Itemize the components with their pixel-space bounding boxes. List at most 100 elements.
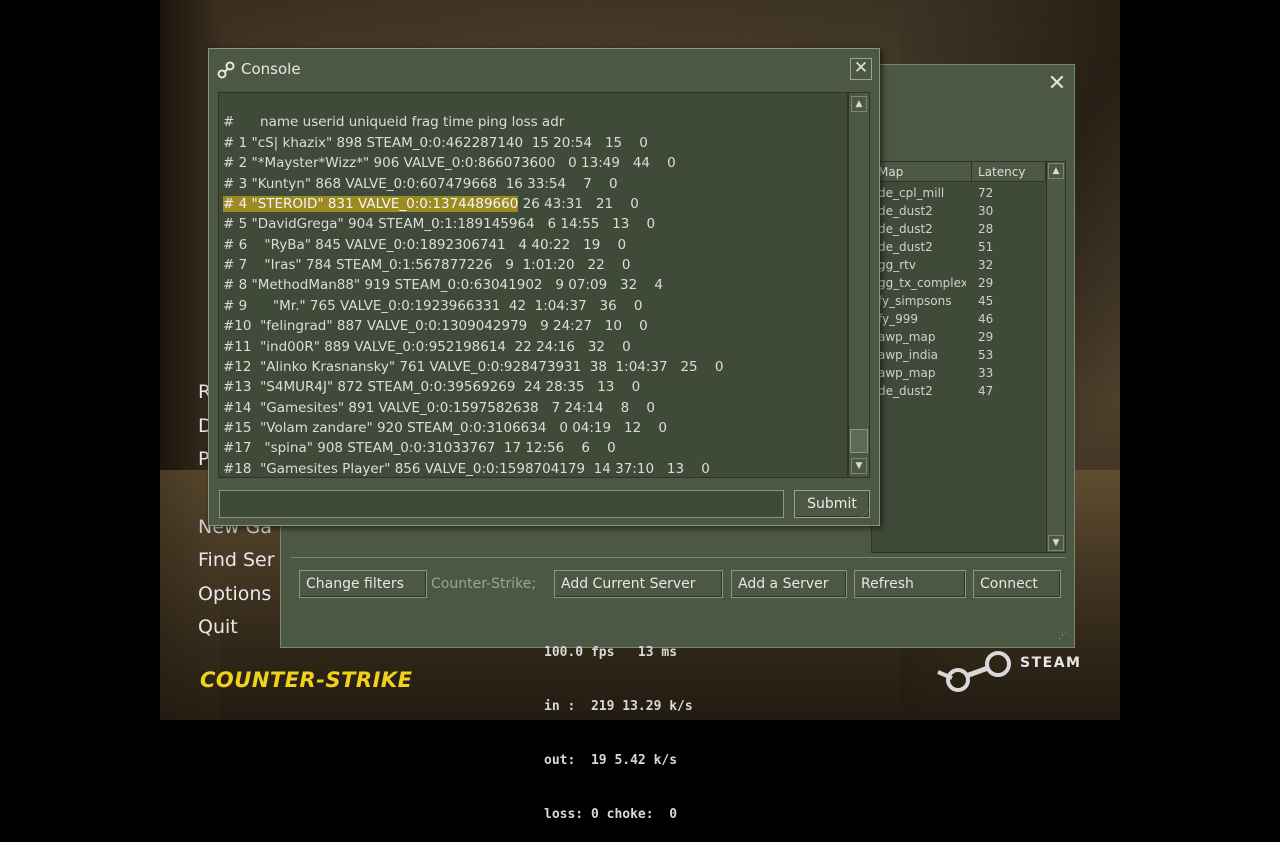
arrow-down-icon[interactable]: ▼ xyxy=(851,458,867,474)
resize-grip-icon[interactable]: ⋰ xyxy=(1058,631,1068,641)
menu-item-options[interactable]: Options xyxy=(198,583,271,605)
console-line-text: #17 "spina" 908 STEAM_0:0:31033767 17 12… xyxy=(223,440,616,457)
console-line: # 7 "Iras" 784 STEAM_0:1:567877226 9 1:0… xyxy=(223,255,630,275)
scrollbar-thumb[interactable] xyxy=(850,429,868,453)
console-line: #12 "Alinko Krasnansky" 761 VALVE_0:0:92… xyxy=(223,357,723,377)
console-line: # 1 "cS| khazix" 898 STEAM_0:0:462287140… xyxy=(223,133,648,153)
menu-item-find-servers[interactable]: Find Ser xyxy=(198,549,275,571)
server-map: de_cpl_mill xyxy=(878,186,945,200)
server-row[interactable]: fy_999 46 xyxy=(872,310,1046,328)
console-titlebar[interactable]: Console ✕ xyxy=(209,49,879,89)
console-line: #14 "Gamesites" 891 VALVE_0:0:1597582638… xyxy=(223,398,655,418)
server-latency: 47 xyxy=(978,384,994,398)
server-row[interactable]: de_dust2 30 xyxy=(872,202,1046,220)
console-line: # 5 "DavidGrega" 904 STEAM_0:1:189145964… xyxy=(223,214,655,234)
add-current-server-button[interactable]: Add Current Server xyxy=(554,570,723,598)
net-graph-line: out: 19 5.42 k/s xyxy=(544,753,678,768)
console-line-text: # 3 "Kuntyn" 868 VALVE_0:0:607479668 16 … xyxy=(223,175,618,192)
console-line: #17 "spina" 908 STEAM_0:0:31033767 17 12… xyxy=(223,438,616,458)
console-scrollbar[interactable]: ▲ ▼ xyxy=(848,92,870,478)
console-line-text: #18 "Gamesites Player" 856 VALVE_0:0:159… xyxy=(223,460,710,477)
console-line-text: #13 "S4MUR4J" 872 STEAM_0:0:39569269 24 … xyxy=(223,379,641,396)
console-line: #10 "felingrad" 887 VALVE_0:0:1309042979… xyxy=(223,316,648,336)
server-row[interactable]: awp_map 33 xyxy=(872,364,1046,382)
arrow-up-icon[interactable]: ▲ xyxy=(1048,163,1064,179)
console-line: # 9 "Mr." 765 VALVE_0:0:1923966331 42 1:… xyxy=(223,296,642,316)
server-map: de_dust2 xyxy=(878,222,933,236)
server-browser-toolbar: Change filters Counter-Strike; Add Curre… xyxy=(291,557,1066,602)
console-header-line: # name userid uniqueid frag time ping lo… xyxy=(223,114,565,130)
server-latency: 29 xyxy=(978,276,994,290)
console-line: #11 "ind00R" 889 VALVE_0:0:952198614 22 … xyxy=(223,337,631,357)
server-map: de_dust2 xyxy=(878,384,933,398)
server-latency: 53 xyxy=(978,348,994,362)
console-line: #15 "Volam zandare" 920 STEAM_0:0:310663… xyxy=(223,418,667,438)
arrow-down-icon[interactable]: ▼ xyxy=(1048,535,1064,551)
counter-strike-logo: COUNTER-STRIKE xyxy=(200,668,413,692)
server-map: awp_india xyxy=(878,348,939,362)
console-line-text: # 1 "cS| khazix" 898 STEAM_0:0:462287140… xyxy=(223,135,648,151)
server-map: gg_tx_complex_... xyxy=(878,276,966,290)
console-title: Console xyxy=(241,60,301,78)
server-row[interactable]: awp_india 53 xyxy=(872,346,1046,364)
console-line-text: #15 "Volam zandare" 920 STEAM_0:0:310663… xyxy=(223,419,667,436)
net-graph-line: loss: 0 choke: 0 xyxy=(544,807,678,822)
column-header-latency[interactable]: Latency xyxy=(972,162,1046,182)
steam-icon xyxy=(217,61,235,79)
console-line-text: #14 "Gamesites" 891 VALVE_0:0:1597582638… xyxy=(223,399,655,416)
arrow-up-icon[interactable]: ▲ xyxy=(851,96,867,112)
refresh-button[interactable]: Refresh xyxy=(854,570,966,598)
server-latency: 32 xyxy=(978,258,994,272)
server-row[interactable]: de_dust2 47 xyxy=(872,382,1046,400)
console-line: # 4 "STEROID" 831 VALVE_0:0:1374489660 2… xyxy=(223,194,639,214)
resize-grip-icon[interactable]: ⋰ xyxy=(861,509,869,518)
filter-summary: Counter-Strike; xyxy=(431,576,537,592)
console-line: # 3 "Kuntyn" 868 VALVE_0:0:607479668 16 … xyxy=(223,174,618,194)
console-output[interactable]: # name userid uniqueid frag time ping lo… xyxy=(218,92,848,478)
server-row[interactable]: gg_rtv 32 xyxy=(872,256,1046,274)
console-line-text: #12 "Alinko Krasnansky" 761 VALVE_0:0:92… xyxy=(223,358,724,375)
server-map: de_dust2 xyxy=(878,204,933,218)
close-icon[interactable]: ✕ xyxy=(1046,73,1068,95)
server-latency: 72 xyxy=(978,186,994,200)
server-latency: 45 xyxy=(978,294,994,308)
server-latency: 30 xyxy=(978,204,994,218)
server-row[interactable]: fy_simpsons 45 xyxy=(872,292,1046,310)
console-line-text: # 5 "DavidGrega" 904 STEAM_0:1:189145964… xyxy=(223,216,656,233)
console-line-text: 26 43:31 21 0 xyxy=(518,196,639,213)
server-latency: 28 xyxy=(978,222,994,236)
server-list-scrollbar[interactable]: ▲ ▼ xyxy=(1046,161,1066,553)
add-server-button[interactable]: Add a Server xyxy=(731,570,847,598)
console-line-text: # 6 "RyBa" 845 VALVE_0:0:1892306741 4 40… xyxy=(223,236,627,253)
submit-button[interactable]: Submit xyxy=(794,490,870,518)
server-row[interactable]: gg_tx_complex_... 29 xyxy=(872,274,1046,292)
net-graph-line: in : 219 13.29 k/s xyxy=(544,699,693,714)
change-filters-button[interactable]: Change filters xyxy=(299,570,427,598)
server-latency: 29 xyxy=(978,330,994,344)
console-window: Console ✕ # name userid uniqueid frag ti… xyxy=(208,48,880,526)
net-graph-line: 100.0 fps 13 ms xyxy=(544,645,678,660)
server-latency: 46 xyxy=(978,312,994,326)
connect-button[interactable]: Connect xyxy=(973,570,1061,598)
server-map: fy_999 xyxy=(878,312,919,326)
server-map: fy_simpsons xyxy=(878,294,952,308)
server-map: de_dust2 xyxy=(878,240,933,254)
console-line: # 2 "*Mayster*Wizz*" 906 VALVE_0:0:86607… xyxy=(223,153,676,173)
close-icon[interactable]: ✕ xyxy=(850,58,872,80)
server-row[interactable]: de_cpl_mill 72 xyxy=(872,184,1046,202)
menu-item-quit[interactable]: Quit xyxy=(198,616,238,638)
server-row[interactable]: awp_map 29 xyxy=(872,328,1046,346)
column-header-map[interactable]: Map xyxy=(872,162,972,182)
server-list[interactable]: Map Latency de_cpl_mill 72 de_dust2 30 de_du… xyxy=(871,161,1047,553)
server-row[interactable]: de_dust2 28 xyxy=(872,220,1046,238)
console-command-input[interactable] xyxy=(219,490,784,518)
console-line: # 6 "RyBa" 845 VALVE_0:0:1892306741 4 40… xyxy=(223,235,626,255)
console-line-text: # 2 "*Mayster*Wizz*" 906 VALVE_0:0:86607… xyxy=(223,155,676,172)
server-row[interactable]: de_dust2 51 xyxy=(872,238,1046,256)
console-line-text: # 7 "Iras" 784 STEAM_0:1:567877226 9 1:0… xyxy=(223,257,631,274)
console-line: #13 "S4MUR4J" 872 STEAM_0:0:39569269 24 … xyxy=(223,377,640,397)
steam-logo-text: STEAM xyxy=(1020,655,1082,671)
server-map: gg_rtv xyxy=(878,258,916,272)
console-line-text: # 9 "Mr." 765 VALVE_0:0:1923966331 42 1:… xyxy=(223,297,643,314)
console-line: # 8 "MethodMan88" 919 STEAM_0:0:63041902… xyxy=(223,275,663,295)
